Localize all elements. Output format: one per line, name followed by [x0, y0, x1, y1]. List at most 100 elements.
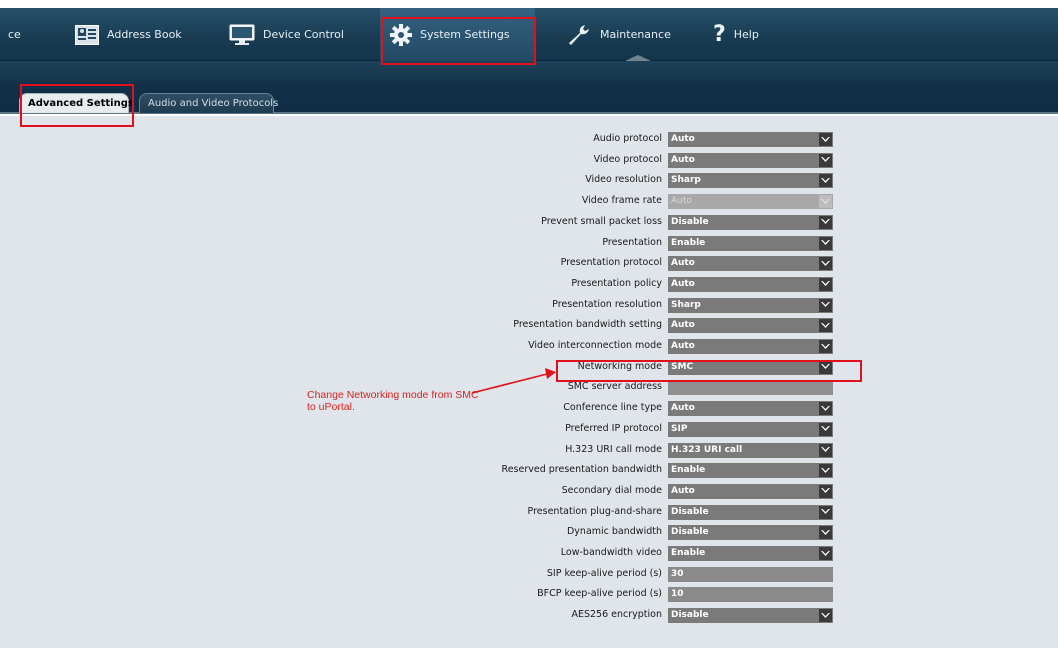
- setting-value: 10: [671, 589, 684, 600]
- setting-select[interactable]: Sharp: [668, 173, 833, 189]
- setting-select[interactable]: Auto: [668, 483, 833, 499]
- chevron-down-icon: [819, 257, 832, 271]
- setting-select[interactable]: Auto: [668, 132, 833, 147]
- setting-select[interactable]: Disable: [668, 504, 833, 520]
- setting-row: Presentation Enable: [0, 235, 1058, 252]
- setting-label: Dynamic bandwidth: [566, 526, 662, 538]
- setting-select[interactable]: Enable: [668, 235, 833, 251]
- monitor-icon: [229, 24, 255, 46]
- setting-value: Auto: [671, 196, 692, 207]
- nav-system-settings[interactable]: System Settings: [380, 8, 535, 61]
- setting-label: Preferred IP protocol: [565, 422, 662, 434]
- chevron-down-icon: [819, 505, 832, 519]
- setting-select[interactable]: Auto: [668, 339, 833, 354]
- setting-select[interactable]: Disable: [668, 214, 833, 230]
- nav-address-book-label: Address Book: [107, 28, 182, 41]
- chevron-down-icon: [819, 215, 832, 229]
- nav-help-label: Help: [733, 28, 759, 41]
- setting-select[interactable]: Enable: [668, 463, 833, 479]
- nav-help[interactable]: ? Help: [713, 8, 759, 61]
- setting-label: Video resolution: [585, 174, 662, 186]
- setting-row: Dynamic bandwidth Disable: [0, 525, 1058, 541]
- tab-advanced-settings[interactable]: Advanced Settings: [19, 93, 134, 113]
- setting-row: Networking mode SMC: [0, 359, 1058, 376]
- gear-icon: [390, 23, 412, 46]
- setting-label: BFCP keep-alive period (s): [537, 588, 662, 600]
- setting-select[interactable]: Auto: [668, 276, 833, 292]
- setting-input[interactable]: 30: [668, 566, 833, 582]
- setting-label: SIP keep-alive period (s): [546, 567, 662, 579]
- setting-value: Disable: [671, 506, 709, 517]
- nav-address-book[interactable]: Address Book: [75, 8, 182, 61]
- setting-select[interactable]: Auto: [668, 401, 833, 417]
- setting-row: H.323 URI call mode H.323 URI call: [0, 442, 1058, 459]
- setting-row: Video frame rate Auto: [0, 194, 1058, 210]
- setting-label: Presentation resolution: [552, 298, 662, 310]
- chevron-down-icon: [819, 547, 832, 560]
- nav-item-partial[interactable]: ce: [8, 8, 21, 61]
- setting-value: Enable: [671, 465, 706, 476]
- setting-input[interactable]: [668, 380, 833, 396]
- setting-label: Conference line type: [563, 402, 662, 414]
- setting-value: Disable: [671, 216, 709, 227]
- setting-select[interactable]: Enable: [668, 546, 833, 561]
- setting-label: Reserved presentation bandwidth: [501, 464, 662, 476]
- setting-label: Presentation policy: [571, 277, 662, 289]
- setting-select[interactable]: Auto: [668, 256, 833, 272]
- setting-row: Prevent small packet loss Disable: [0, 214, 1058, 231]
- nav-system-settings-label: System Settings: [420, 28, 510, 41]
- settings-panel: Audio protocol Auto Video protocol Auto Vide…: [0, 116, 1058, 648]
- setting-row: Presentation policy Auto: [0, 276, 1058, 293]
- nav-maintenance[interactable]: Maintenance: [566, 8, 671, 61]
- setting-select[interactable]: Disable: [668, 525, 833, 541]
- chevron-down-icon: [819, 277, 832, 291]
- chevron-down-icon: [819, 526, 832, 540]
- setting-select[interactable]: SIP: [668, 421, 833, 437]
- chevron-down-icon: [819, 443, 832, 457]
- setting-row: Presentation protocol Auto: [0, 256, 1058, 272]
- setting-label: Presentation: [602, 236, 662, 248]
- setting-row: Video protocol Auto: [0, 152, 1058, 169]
- setting-row: Low-bandwidth video Enable: [0, 546, 1058, 562]
- setting-value: Disable: [671, 610, 709, 621]
- setting-row: Presentation plug-and-share Disable: [0, 504, 1058, 521]
- chevron-down-icon: [819, 319, 832, 333]
- setting-select[interactable]: H.323 URI call: [668, 442, 833, 458]
- setting-row: SMC server address: [0, 380, 1058, 396]
- setting-value: Auto: [671, 320, 695, 331]
- setting-value: Sharp: [671, 175, 701, 186]
- annotation-text: Change Networking mode from SMC to uPort…: [307, 389, 479, 413]
- setting-row: AES256 encryption Disable: [0, 608, 1058, 624]
- setting-label: Video interconnection mode: [528, 340, 662, 351]
- setting-value: Sharp: [671, 299, 701, 310]
- chevron-down-icon: [819, 422, 832, 436]
- chevron-down-icon: [819, 153, 832, 167]
- nav-device-control-label: Device Control: [263, 28, 344, 41]
- setting-select[interactable]: Auto: [668, 152, 833, 168]
- chevron-down-icon: [819, 174, 832, 188]
- setting-label: Prevent small packet loss: [541, 215, 662, 227]
- setting-value: Auto: [671, 341, 695, 351]
- tab-audio-video-protocols[interactable]: Audio and Video Protocols: [139, 93, 278, 113]
- setting-row: Video resolution Sharp: [0, 173, 1058, 189]
- setting-value: Disable: [671, 527, 709, 538]
- setting-input[interactable]: 10: [668, 587, 833, 603]
- setting-value: Auto: [671, 485, 695, 496]
- chevron-down-icon: [819, 195, 832, 209]
- setting-row: Presentation resolution Sharp: [0, 297, 1058, 314]
- setting-row: Secondary dial mode Auto: [0, 483, 1058, 500]
- setting-row: Presentation bandwidth setting Auto: [0, 318, 1058, 334]
- setting-select[interactable]: Auto: [668, 318, 833, 334]
- setting-value: Auto: [671, 134, 695, 144]
- setting-select[interactable]: Disable: [668, 608, 833, 624]
- nav-device-control[interactable]: Device Control: [229, 8, 344, 61]
- setting-value: SMC: [671, 361, 694, 372]
- setting-select[interactable]: Sharp: [668, 297, 833, 313]
- setting-value: Auto: [671, 278, 695, 289]
- chevron-down-icon: [819, 340, 832, 353]
- setting-select[interactable]: SMC: [668, 359, 833, 375]
- setting-label: Video protocol: [593, 153, 662, 165]
- setting-row: SIP keep-alive period (s) 30: [0, 566, 1058, 583]
- setting-label: Networking mode: [577, 360, 662, 372]
- setting-row: BFCP keep-alive period (s) 10: [0, 587, 1058, 603]
